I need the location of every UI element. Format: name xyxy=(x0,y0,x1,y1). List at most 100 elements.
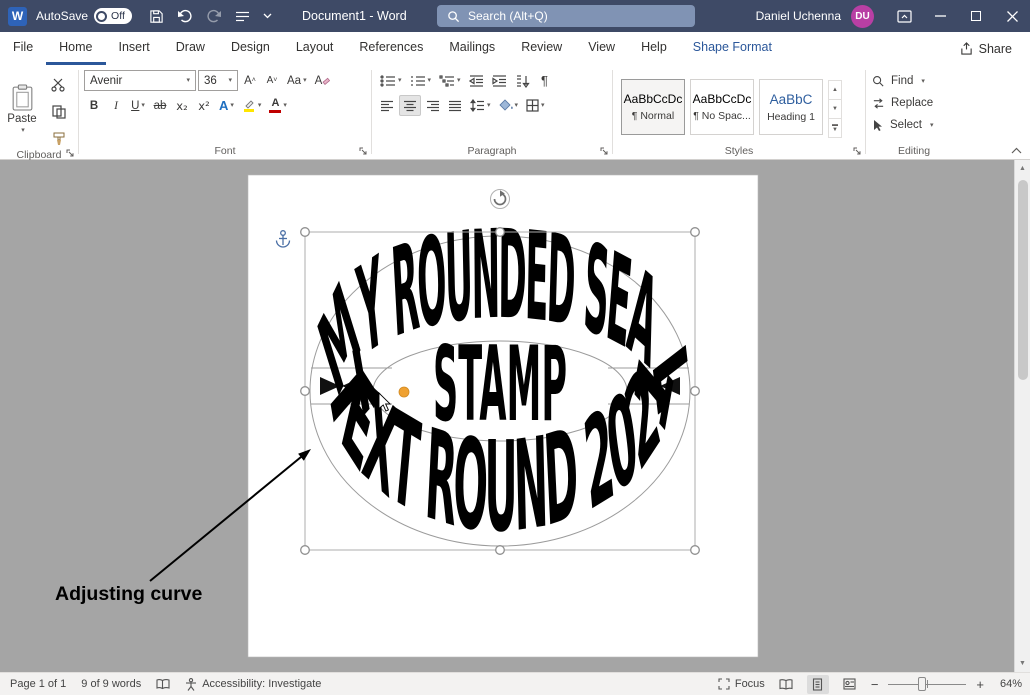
paste-button[interactable]: Paste ▾ xyxy=(0,68,44,149)
highlight-color-button[interactable]: ▾ xyxy=(239,95,265,116)
redo-icon[interactable] xyxy=(206,9,222,23)
selection-handle-top[interactable] xyxy=(496,228,505,237)
select-button[interactable]: Select▾ xyxy=(866,114,962,136)
scrollbar-thumb[interactable] xyxy=(1018,180,1028,380)
tab-home[interactable]: Home xyxy=(46,32,105,65)
shading-button[interactable]: ▾ xyxy=(496,95,522,116)
underline-button[interactable]: U▾ xyxy=(128,95,148,116)
copy-button[interactable] xyxy=(48,101,69,122)
styles-dialog-launcher-icon[interactable] xyxy=(853,147,862,156)
tab-layout[interactable]: Layout xyxy=(283,32,347,65)
selection-handle-right[interactable] xyxy=(691,387,700,396)
selection-handle-left[interactable] xyxy=(301,387,310,396)
selection-handle-bottom[interactable] xyxy=(496,546,505,555)
font-name-combobox[interactable]: Avenir▾ xyxy=(84,70,196,91)
zoom-out-button[interactable]: − xyxy=(871,677,879,692)
style-normal[interactable]: AaBbCcDc ¶ Normal xyxy=(621,79,685,135)
increase-indent-button[interactable] xyxy=(489,70,510,91)
read-mode-button[interactable] xyxy=(775,675,797,694)
tab-shape-format[interactable]: Shape Format xyxy=(680,32,785,65)
accessibility-status[interactable]: Accessibility: Investigate xyxy=(185,678,321,691)
selection-handle-top-left[interactable] xyxy=(301,228,310,237)
style-no-spacing[interactable]: AaBbCcDc ¶ No Spac... xyxy=(690,79,754,135)
save-icon[interactable] xyxy=(149,9,164,24)
shrink-font-button[interactable]: A˅ xyxy=(262,70,282,91)
align-center-button[interactable] xyxy=(399,95,421,116)
focus-mode-button[interactable]: Focus xyxy=(718,678,765,690)
scroll-up-icon[interactable]: ▲ xyxy=(1015,160,1030,177)
paragraph-dialog-launcher-icon[interactable] xyxy=(600,147,609,156)
tab-file[interactable]: File xyxy=(0,32,46,65)
style-heading-1[interactable]: AaBbC Heading 1 xyxy=(759,79,823,135)
zoom-level[interactable]: 64% xyxy=(994,678,1022,690)
selection-handle-bottom-right[interactable] xyxy=(691,546,700,555)
justify-button[interactable] xyxy=(445,95,465,116)
search-box[interactable]: Search (Alt+Q) xyxy=(437,5,695,27)
grow-font-button[interactable]: A˄ xyxy=(240,70,260,91)
tab-draw[interactable]: Draw xyxy=(163,32,218,65)
scroll-down-icon[interactable]: ▼ xyxy=(1015,655,1030,672)
strikethrough-button[interactable]: ab xyxy=(150,95,170,116)
proofing-icon[interactable] xyxy=(156,678,170,690)
line-spacing-button[interactable]: ▾ xyxy=(467,95,494,116)
avatar[interactable]: DU xyxy=(851,5,874,28)
bullets-button[interactable]: ▾ xyxy=(377,70,405,91)
maximize-button[interactable] xyxy=(958,0,994,32)
font-color-button[interactable]: A▾ xyxy=(266,95,290,116)
adjust-handle[interactable] xyxy=(399,387,409,397)
styles-scroll-up-icon[interactable]: ▲ xyxy=(829,81,841,100)
tab-design[interactable]: Design xyxy=(218,32,283,65)
font-dialog-launcher-icon[interactable] xyxy=(359,147,368,156)
selection-handle-top-right[interactable] xyxy=(691,228,700,237)
change-case-button[interactable]: Aa▾ xyxy=(284,70,310,91)
clear-formatting-button[interactable]: A xyxy=(312,70,334,91)
find-button[interactable]: Find▾ xyxy=(866,70,962,92)
zoom-slider[interactable] xyxy=(888,677,966,691)
tab-help[interactable]: Help xyxy=(628,32,680,65)
format-painter-button[interactable] xyxy=(48,128,69,149)
vertical-scrollbar[interactable]: ▲ ▼ xyxy=(1014,160,1030,672)
close-button[interactable] xyxy=(994,0,1030,32)
page-indicator[interactable]: Page 1 of 1 xyxy=(10,678,66,690)
multilevel-list-button[interactable]: ▾ xyxy=(436,70,464,91)
align-left-button[interactable] xyxy=(377,95,397,116)
selection-handle-bottom-left[interactable] xyxy=(301,546,310,555)
user-name[interactable]: Daniel Uchenna xyxy=(756,9,841,23)
clipboard-dialog-launcher-icon[interactable] xyxy=(66,149,75,158)
tab-insert[interactable]: Insert xyxy=(106,32,163,65)
superscript-button[interactable]: x² xyxy=(194,95,214,116)
tab-review[interactable]: Review xyxy=(508,32,575,65)
styles-scroll-down-icon[interactable]: ▼ xyxy=(829,100,841,119)
zoom-slider-thumb[interactable] xyxy=(918,677,926,691)
quick-access-list-icon[interactable] xyxy=(235,10,250,23)
decrease-indent-button[interactable] xyxy=(466,70,487,91)
zoom-in-button[interactable]: + xyxy=(976,677,984,692)
cut-button[interactable] xyxy=(48,74,69,95)
tab-view[interactable]: View xyxy=(575,32,628,65)
ribbon-display-options-icon[interactable] xyxy=(886,0,922,32)
borders-button[interactable]: ▾ xyxy=(523,95,548,116)
document-title[interactable]: Document1 - Word xyxy=(302,0,407,32)
text-effects-button[interactable]: A▾ xyxy=(216,95,237,116)
collapse-ribbon-icon[interactable] xyxy=(1011,147,1022,154)
undo-icon[interactable] xyxy=(177,9,193,23)
tab-references[interactable]: References xyxy=(346,32,436,65)
word-logo-icon[interactable]: W xyxy=(8,7,27,26)
web-layout-button[interactable] xyxy=(839,675,861,694)
word-count[interactable]: 9 of 9 words xyxy=(81,678,141,690)
rotate-handle-icon[interactable] xyxy=(491,190,510,209)
quick-access-chevron-icon[interactable] xyxy=(263,13,272,19)
replace-button[interactable]: Replace xyxy=(866,92,962,114)
sort-button[interactable] xyxy=(512,70,533,91)
print-layout-button[interactable] xyxy=(807,675,829,694)
tab-mailings[interactable]: Mailings xyxy=(436,32,508,65)
share-button[interactable]: Share xyxy=(942,32,1030,65)
minimize-button[interactable] xyxy=(922,0,958,32)
subscript-button[interactable]: x₂ xyxy=(172,95,192,116)
font-size-combobox[interactable]: 36▾ xyxy=(198,70,238,91)
numbering-button[interactable]: ▾ xyxy=(407,70,435,91)
autosave-toggle[interactable]: AutoSave Off xyxy=(36,8,132,24)
show-hide-pilcrow-button[interactable]: ¶ xyxy=(535,70,555,91)
bold-button[interactable]: B xyxy=(84,95,104,116)
italic-button[interactable]: I xyxy=(106,95,126,116)
